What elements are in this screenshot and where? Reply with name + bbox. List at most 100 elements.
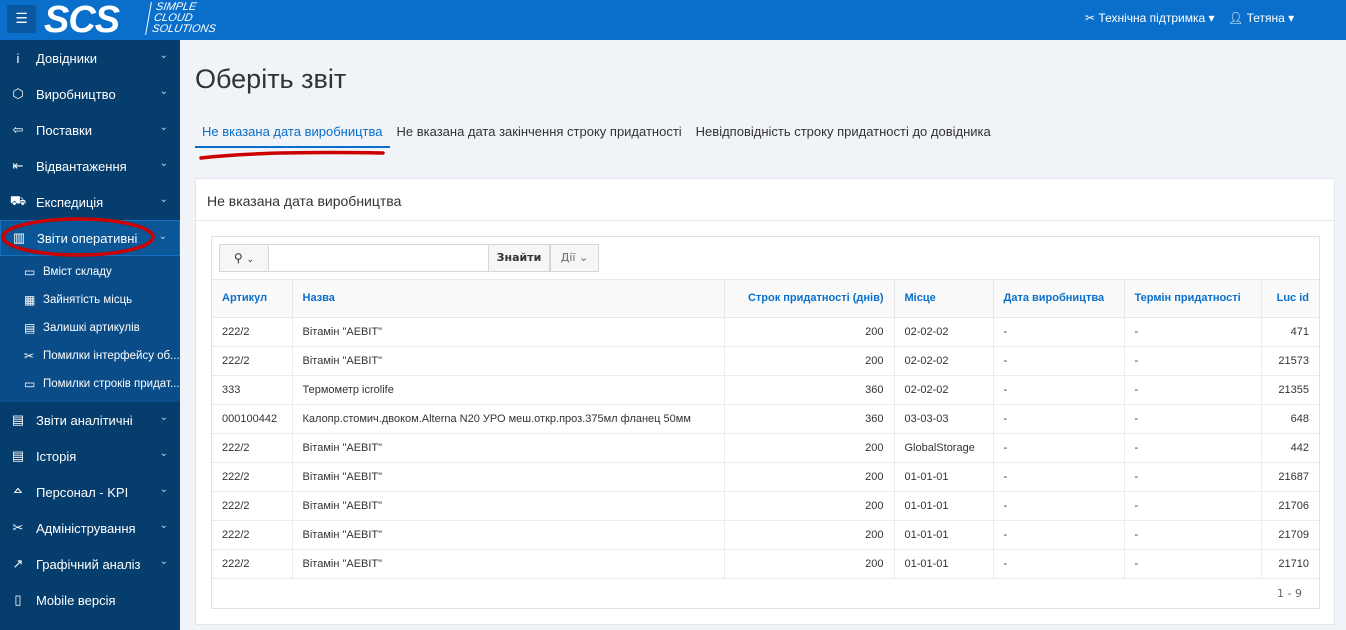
sidebar-item[interactable]: ⇤ Відвантаження ⌄ (0, 148, 180, 184)
sidebar-item[interactable]: ⇦ Поставки ⌄ (0, 112, 180, 148)
table-cell: 03-03-03 (893, 404, 993, 434)
user-menu[interactable]: 👤︎ Тетяна ▾ (1228, 11, 1294, 25)
search-icon: ⚲ (233, 251, 243, 265)
table-cell: - (992, 433, 1124, 463)
table-cell: 01-01-01 (893, 462, 993, 492)
submenu: ▭ Вміст складу ▦ Зайнятість місць ▤ Залишкі а… (0, 256, 180, 402)
table-cell: 01-01-01 (893, 520, 993, 550)
sidebar-item[interactable]: i Довідники ⌄ (0, 40, 180, 76)
sidebar-subitem-label: Залишкі артикулів (43, 322, 140, 334)
sidebar-item-label: Звіти оперативні (37, 230, 138, 246)
people-icon: ᅀ (12, 485, 24, 501)
sidebar-subitem[interactable]: ▭ Вміст складу (0, 258, 180, 286)
table-cell: - (992, 375, 1124, 405)
logo: SCS (44, 0, 120, 41)
table-cell: 360 (723, 404, 894, 434)
sidebar-item[interactable]: ✂ Адміністрування ⌄ (0, 510, 180, 546)
table-cell: 21355 (1260, 375, 1319, 405)
table-cell: 222/2 (212, 491, 292, 521)
sidebar-subitem[interactable]: ✂ Помилки інтерфейсу об... (0, 342, 180, 370)
table-cell: 471 (1260, 317, 1319, 347)
sidebar-item[interactable]: ᅀ Персонал - KPI ⌄ (0, 474, 180, 510)
tab-expiry-mismatch[interactable]: Невідповідність строку придатності до до… (689, 124, 998, 148)
sidebar-item[interactable]: ⛟ Експедиція ⌄ (0, 184, 180, 220)
table-row: 222/2 Вітамін "AEBIT" 200 GlobalStorage - -44… (212, 433, 1319, 463)
sign-out-icon: ⇤ (12, 158, 24, 173)
column-header[interactable]: Luc id (1260, 280, 1319, 318)
table-cell: Вітамін "AEBIT" (291, 346, 724, 376)
sidebar-item[interactable]: ↗ Графічний аналіз ⌄ (0, 546, 180, 582)
caret-down-icon: ▾ (1288, 11, 1295, 25)
report-panel: Не вказана дата виробництва ⚲ ⌄ Знайти Д… (195, 178, 1335, 625)
sidebar-item[interactable]: ▥ Звіти оперативні ⌄ (0, 220, 180, 256)
chevron-down-icon: ⌄ (158, 231, 167, 242)
table-cell: 200 (723, 491, 894, 521)
sidebar-item[interactable]: ⬡ Виробництво ⌄ (0, 76, 180, 112)
report-table: Артикул Назва Строк придатності (днів) Місц… (212, 280, 1319, 579)
table-cell: - (1123, 462, 1261, 492)
sidebar-item[interactable]: ▯ Mobile версія (0, 582, 180, 618)
sidebar-subitem[interactable]: ▭ Помилки строків придат... (0, 370, 180, 398)
column-header[interactable]: Артикул (212, 280, 292, 318)
table-row: 222/2 Вітамін "AEBIT" 200 01-01-01- -21709 (212, 520, 1319, 550)
search-column-selector[interactable]: ⚲ ⌄ (219, 244, 269, 272)
chevron-down-icon: ⌄ (159, 412, 168, 423)
support-label: Технічна підтримка (1098, 11, 1206, 25)
tab-no-expiry-date[interactable]: Не вказана дата закінчення строку придат… (390, 124, 689, 148)
actions-menu-button[interactable]: Дії ⌄ (550, 244, 599, 272)
sidebar-item-label: Експедиція (36, 194, 104, 210)
table-cell: 200 (723, 520, 894, 550)
table-cell: Вітамін "AEBIT" (291, 317, 724, 347)
top-header: ☰ SCS SIMPLE CLOUD SOLUTIONS ✂ Технічна … (0, 0, 1346, 40)
table-row: 222/2 Вітамін "AEBIT" 200 02-02-02- -21573 (212, 346, 1319, 376)
search-input[interactable] (268, 244, 489, 272)
sidebar-subitem[interactable]: ▦ Зайнятість місць (0, 286, 180, 314)
table-cell: - (1123, 346, 1261, 376)
sidebar-subitem-label: Вміст складу (43, 266, 112, 278)
table-cell: 333 (212, 375, 292, 405)
sidebar-item[interactable]: ▤ Історія ⌄ (0, 438, 180, 474)
column-header[interactable]: Місце (893, 280, 993, 318)
chevron-down-icon: ⌄ (159, 122, 168, 133)
column-header[interactable]: Дата виробництва (992, 280, 1124, 318)
table-cell: - (1123, 491, 1261, 521)
table-cell: - (992, 491, 1124, 521)
table-cell: 222/2 (212, 462, 292, 492)
table-cell: 200 (723, 462, 894, 492)
table-cell: Вітамін "AEBIT" (291, 462, 724, 492)
column-header[interactable]: Термін придатності (1123, 280, 1261, 318)
sidebar-item-label: Історія (36, 448, 77, 464)
support-menu[interactable]: ✂ Технічна підтримка ▾ (1085, 11, 1215, 25)
menu-toggle-button[interactable]: ☰ (7, 5, 36, 33)
chevron-down-icon: ⌄ (159, 556, 168, 567)
sidebar-subitem[interactable]: ▤ Залишкі артикулів (0, 314, 180, 342)
tab-no-production-date[interactable]: Не вказана дата виробництва (195, 124, 390, 148)
table-cell: 200 (723, 433, 894, 463)
column-header[interactable]: Назва (291, 280, 724, 318)
table-cell: 360 (723, 375, 894, 405)
chevron-down-icon: ⌄ (159, 194, 168, 205)
sidebar-item-label: Виробництво (36, 86, 116, 102)
report-icon: ▤ (11, 412, 25, 427)
chart-icon: ↗ (12, 556, 24, 571)
table-cell: 000100442 (212, 404, 292, 434)
logo-line: SOLUTIONS (151, 23, 217, 35)
table-cell: 02-02-02 (893, 375, 993, 405)
table-cell: 02-02-02 (893, 346, 993, 376)
red-underline-annotation (199, 150, 385, 160)
sidebar-item[interactable]: ▤ Звіти аналітичні ⌄ (0, 402, 180, 438)
table-cell: 200 (723, 346, 894, 376)
table-cell: 01-01-01 (893, 491, 993, 521)
actions-label: Дії (560, 251, 576, 264)
user-name: Тетяна (1246, 11, 1285, 25)
table-cell: 01-01-01 (893, 549, 993, 579)
calendar-x-icon: ▭ (24, 377, 36, 391)
column-header[interactable]: Строк придатності (днів) (723, 280, 894, 318)
caret-down-icon: ▾ (1208, 11, 1215, 25)
table-cell: - (992, 520, 1124, 550)
chevron-down-icon: ⌄ (159, 520, 168, 531)
bar-chart-icon: ▥ (12, 230, 26, 245)
table-row: 222/2 Вітамін "AEBIT" 200 01-01-01- -21687 (212, 462, 1319, 492)
find-button[interactable]: Знайти (488, 244, 550, 272)
box-icon: ⬡ (12, 86, 24, 101)
